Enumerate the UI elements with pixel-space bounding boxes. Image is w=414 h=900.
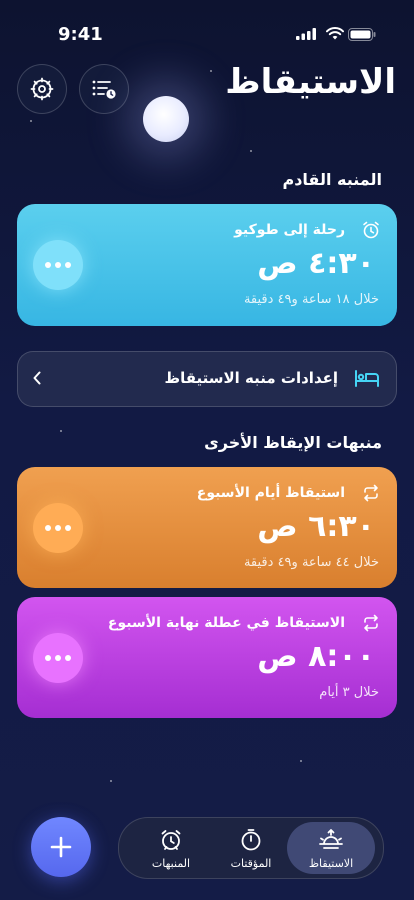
star xyxy=(250,150,252,152)
alarm-name: الاستيقاظ في عطلة نهاية الأسبوع xyxy=(107,615,345,631)
repeat-icon xyxy=(364,614,378,632)
tab-bar: الاستيقاظ المؤقتات المنبهات xyxy=(118,817,384,879)
other-alarms-heading: منبهات الإيقاظ الأخرى xyxy=(204,433,382,452)
sort-list-button[interactable] xyxy=(79,64,129,114)
alarm-more-button[interactable] xyxy=(33,503,83,553)
settings-button[interactable] xyxy=(17,64,67,114)
alarm-countdown: خلال ٤٤ ساعة و٤٩ دقيقة xyxy=(243,555,379,570)
tab-label: الاستيقاظ xyxy=(308,857,354,870)
alarm-time: ٦:٣٠ ص xyxy=(257,509,375,544)
alarm-card-tokyo[interactable]: رحلة إلى طوكيو ٤:٣٠ ص خلال ١٨ ساعة و٤٩ د… xyxy=(17,204,397,326)
alarm-time: ٤:٣٠ ص xyxy=(257,246,375,281)
add-alarm-button[interactable] xyxy=(31,817,91,877)
status-bar: 9:41 xyxy=(0,20,414,48)
tab-label: المنبهات xyxy=(151,857,191,870)
alarm-more-button[interactable] xyxy=(33,240,83,290)
alarm-card-weekend[interactable]: الاستيقاظ في عطلة نهاية الأسبوع ٨:٠٠ ص خ… xyxy=(17,597,397,718)
timer-icon xyxy=(241,829,261,851)
alarm-clock-icon xyxy=(161,830,181,850)
alarm-countdown: خلال ١٨ ساعة و٤٩ دقيقة xyxy=(243,292,379,307)
star xyxy=(110,780,112,782)
signal-icon xyxy=(296,28,316,40)
repeat-icon xyxy=(364,484,378,502)
tab-label: المؤقتات xyxy=(230,857,272,870)
alarm-name: رحلة إلى طوكيو xyxy=(234,222,345,238)
alarm-more-button[interactable] xyxy=(33,633,83,683)
alarm-clock-icon xyxy=(363,221,379,239)
chevron-left-icon xyxy=(33,371,41,385)
tab-timers[interactable]: المؤقتات xyxy=(207,822,295,874)
star xyxy=(60,430,62,432)
star xyxy=(300,760,302,762)
star xyxy=(30,120,32,122)
tab-wake-up[interactable]: الاستيقاظ xyxy=(287,822,375,874)
list-clock-icon xyxy=(92,80,116,99)
wake-up-alarm-settings-row[interactable]: إعدادات منبه الاستيقاظ xyxy=(17,351,397,407)
page-title: الاستيقاظ xyxy=(225,62,396,102)
alarm-name: استيقاظ أيام الأسبوع xyxy=(196,485,345,501)
wifi-icon xyxy=(326,27,344,40)
alarm-card-weekdays[interactable]: استيقاظ أيام الأسبوع ٦:٣٠ ص خلال ٤٤ ساعة… xyxy=(17,467,397,588)
gear-icon xyxy=(30,77,54,101)
status-time: 9:41 xyxy=(58,24,103,45)
next-alarm-heading: المنبه القادم xyxy=(282,170,382,189)
moon-illustration xyxy=(143,96,189,142)
plus-icon xyxy=(50,836,72,858)
settings-row-label: إعدادات منبه الاستيقاظ xyxy=(164,369,339,387)
bed-icon xyxy=(355,370,379,387)
star xyxy=(210,70,212,72)
tab-alarms[interactable]: المنبهات xyxy=(127,822,215,874)
battery-icon xyxy=(348,28,376,41)
alarm-countdown: خلال ٣ أيام xyxy=(319,685,379,700)
wake-up-screen: 9:41 الاستيقاظ المنبه القادم رحلة إلى طو… xyxy=(0,0,414,900)
sunrise-icon xyxy=(319,829,343,849)
alarm-time: ٨:٠٠ ص xyxy=(257,639,375,674)
